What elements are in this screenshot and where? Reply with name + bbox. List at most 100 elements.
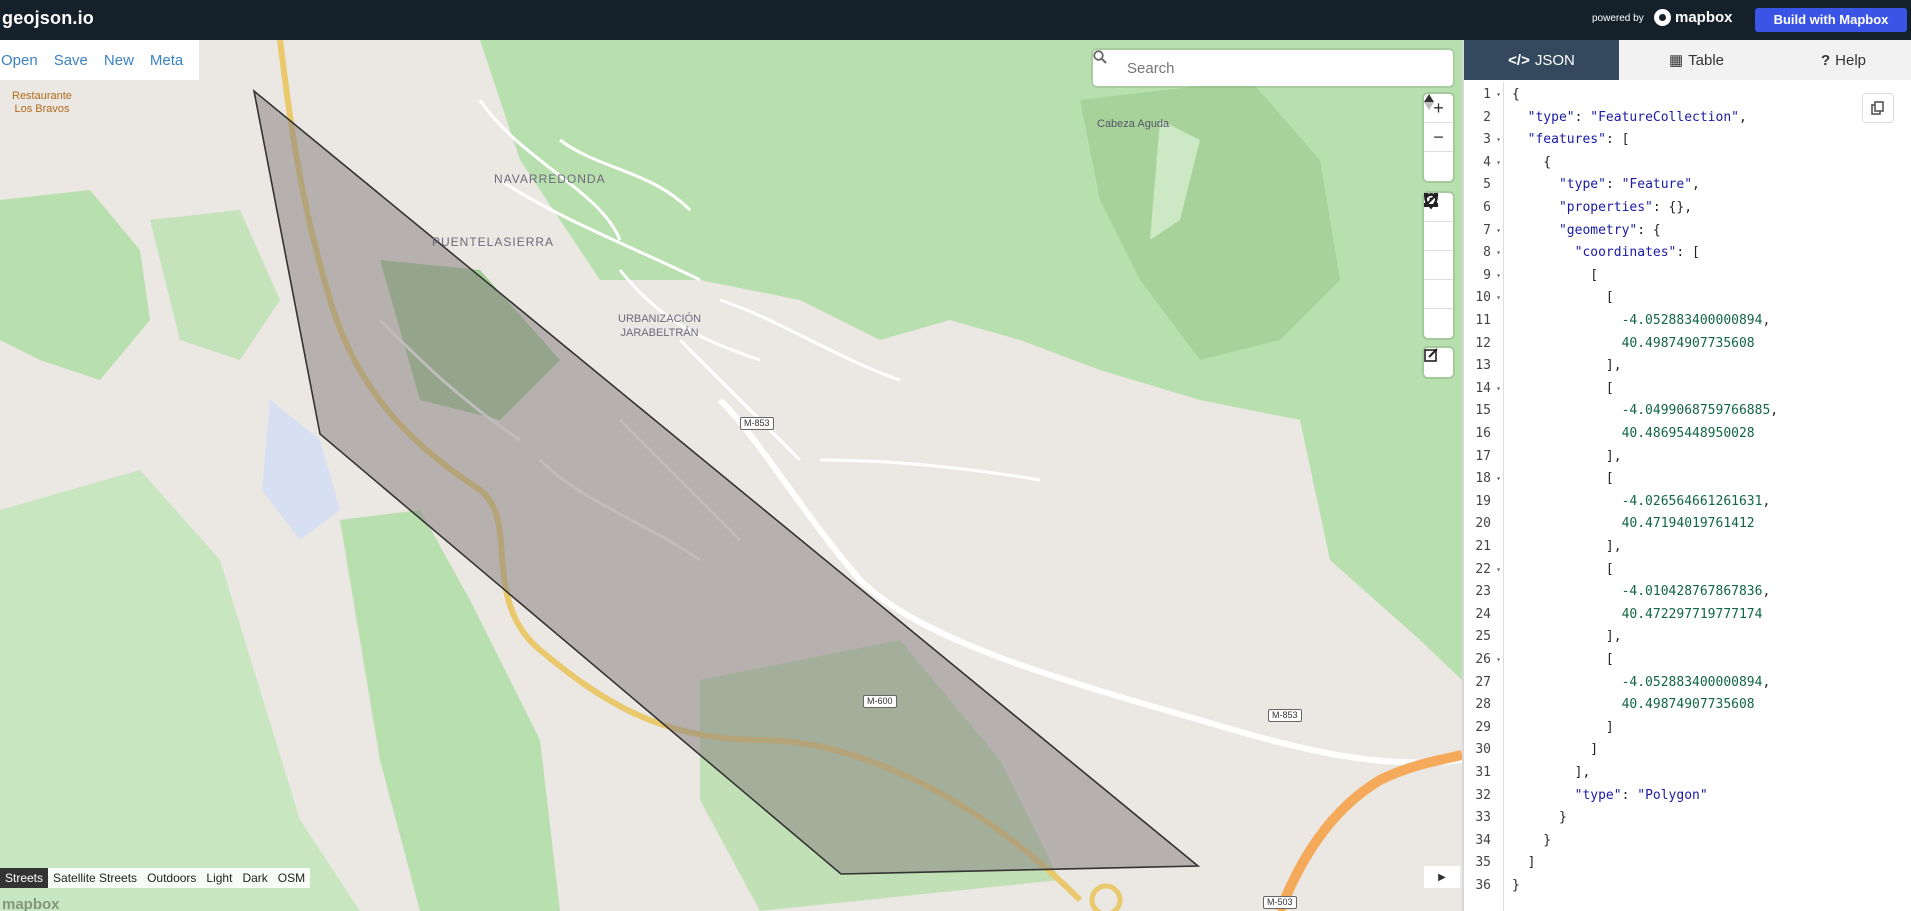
- code-line[interactable]: }: [1512, 807, 1567, 829]
- line-number: 8 ▾: [1464, 242, 1504, 264]
- place-label-line: JARABELTRÁN: [620, 327, 699, 339]
- code-line[interactable]: }: [1512, 830, 1551, 852]
- code-line[interactable]: [: [1512, 287, 1614, 309]
- line-number-text: 5: [1483, 177, 1491, 193]
- collapse-panel-button[interactable]: ▶: [1424, 866, 1460, 888]
- line-number-text: 16: [1475, 426, 1491, 441]
- code-line[interactable]: 40.49874907735608: [1512, 333, 1755, 355]
- code-line[interactable]: {: [1512, 84, 1520, 106]
- draw-line-button[interactable]: [1424, 193, 1453, 251]
- line-number: 15: [1464, 400, 1504, 422]
- code-line[interactable]: {: [1512, 152, 1551, 174]
- code-line[interactable]: [: [1512, 378, 1614, 400]
- style-option-streets[interactable]: Streets: [0, 868, 49, 888]
- code-line[interactable]: "coordinates": [: [1512, 242, 1700, 264]
- code-line[interactable]: "features": [: [1512, 129, 1630, 151]
- code-line[interactable]: ],: [1512, 446, 1622, 468]
- code-line[interactable]: [: [1512, 559, 1614, 581]
- new-button[interactable]: New: [96, 52, 142, 69]
- code-line[interactable]: "type": "FeatureCollection",: [1512, 107, 1747, 129]
- tab-json[interactable]: </> JSON: [1464, 40, 1619, 80]
- code-line[interactable]: -4.010428767867836,: [1512, 581, 1771, 603]
- fold-caret-icon[interactable]: ▾: [1496, 152, 1501, 174]
- line-number-text: 12: [1475, 335, 1491, 351]
- save-button[interactable]: Save: [46, 52, 96, 69]
- search-input[interactable]: [1127, 59, 1427, 77]
- code-line[interactable]: ],: [1512, 355, 1622, 377]
- code-line[interactable]: [: [1512, 649, 1614, 671]
- line-number-text: 33: [1475, 810, 1491, 826]
- build-with-mapbox-button[interactable]: Build with Mapbox: [1755, 8, 1907, 32]
- tab-table[interactable]: ▦ Table: [1619, 40, 1774, 80]
- code-line[interactable]: "type": "Feature",: [1512, 174, 1700, 196]
- compass-button[interactable]: [1424, 94, 1453, 181]
- code-line[interactable]: "type": "Polygon": [1512, 785, 1708, 807]
- fold-caret-icon[interactable]: ▾: [1496, 242, 1501, 264]
- code-line[interactable]: -4.052883400000894,: [1512, 672, 1771, 694]
- line-number-text: 13: [1475, 358, 1491, 374]
- code-line[interactable]: -4.052883400000894,: [1512, 310, 1771, 332]
- fold-caret-icon[interactable]: ▾: [1496, 129, 1501, 151]
- draw-rectangle-button[interactable]: [1424, 193, 1453, 309]
- open-button[interactable]: Open: [0, 52, 46, 69]
- forest-area: [150, 210, 280, 360]
- code-line[interactable]: -4.0499068759766885,: [1512, 400, 1779, 422]
- fold-caret-icon[interactable]: ▾: [1496, 468, 1501, 490]
- code-icon: </>: [1508, 51, 1530, 69]
- tab-table-label: Table: [1688, 51, 1725, 69]
- style-option-dark[interactable]: Dark: [237, 868, 272, 888]
- draw-circle-button[interactable]: [1424, 193, 1453, 338]
- fold-caret-icon[interactable]: ▾: [1496, 84, 1501, 106]
- road-shield-m600: M-600: [863, 695, 897, 708]
- code-line[interactable]: 40.47194019761412: [1512, 513, 1755, 535]
- app-logo[interactable]: geojson.io: [2, 8, 94, 29]
- code-line[interactable]: ],: [1512, 762, 1591, 784]
- code-line[interactable]: 40.472297719777174: [1512, 604, 1763, 626]
- fold-caret-icon[interactable]: ▾: [1496, 559, 1501, 581]
- code-line[interactable]: [: [1512, 265, 1598, 287]
- forest-area: [0, 470, 360, 911]
- draw-polygon-button[interactable]: [1424, 193, 1453, 280]
- line-number-text: 3: [1483, 132, 1491, 148]
- style-option-satellite-streets[interactable]: Satellite Streets: [48, 868, 142, 888]
- copy-button[interactable]: [1863, 94, 1893, 122]
- mapbox-logo[interactable]: mapbox: [1654, 9, 1733, 26]
- code-line[interactable]: -4.026564661261631,: [1512, 491, 1771, 513]
- table-icon: ▦: [1668, 52, 1684, 69]
- meta-button[interactable]: Meta: [142, 52, 191, 69]
- place-label-line: URBANIZACIÓN: [618, 313, 702, 325]
- edit-controls: [1424, 348, 1453, 377]
- fold-caret-icon[interactable]: ▾: [1496, 265, 1501, 287]
- code-line[interactable]: "properties": {},: [1512, 197, 1692, 219]
- line-number: 25: [1464, 626, 1504, 648]
- code-line[interactable]: ],: [1512, 626, 1622, 648]
- mapbox-watermark[interactable]: mapbox: [2, 896, 60, 911]
- map-style-switcher: Streets Satellite Streets Outdoors Light…: [0, 868, 311, 888]
- line-number: 9 ▾: [1464, 265, 1504, 287]
- fold-caret-icon[interactable]: ▾: [1496, 649, 1501, 671]
- map-canvas[interactable]: Restaurante Los Bravos NAVARREDONDA PUEN…: [0, 40, 1462, 911]
- code-line[interactable]: [: [1512, 468, 1614, 490]
- road-shield-m853: M-853: [1268, 709, 1302, 722]
- code-line[interactable]: ]: [1512, 717, 1614, 739]
- code-line[interactable]: ]: [1512, 852, 1536, 874]
- tab-help[interactable]: ? Help: [1774, 40, 1911, 80]
- line-number-text: 1: [1483, 87, 1491, 102]
- code-line[interactable]: 40.48695448950028: [1512, 423, 1755, 445]
- line-number-text: 9: [1483, 267, 1491, 283]
- code-line[interactable]: }: [1512, 875, 1520, 897]
- fold-caret-icon[interactable]: ▾: [1496, 378, 1501, 400]
- code-line[interactable]: ]: [1512, 739, 1598, 761]
- code-line[interactable]: ],: [1512, 536, 1622, 558]
- style-option-light[interactable]: Light: [201, 868, 237, 888]
- fold-caret-icon[interactable]: ▾: [1496, 287, 1501, 309]
- fold-caret-icon[interactable]: ▾: [1496, 220, 1501, 242]
- code-line[interactable]: 40.49874907735608: [1512, 694, 1755, 716]
- edit-features-button[interactable]: [1424, 348, 1453, 377]
- code-line[interactable]: "geometry": {: [1512, 220, 1661, 242]
- style-option-osm[interactable]: OSM: [273, 868, 310, 888]
- line-number: 2: [1464, 107, 1504, 129]
- style-option-outdoors[interactable]: Outdoors: [142, 868, 201, 888]
- json-editor[interactable]: 1 ▾ 2 3 ▾ 4 ▾ 5 6 7 ▾ 8 ▾ 9 ▾ 10 ▾ 11 12 13 14 ▾ 15 16 17 18 ▾ 19 20…: [1464, 82, 1911, 911]
- zoom-out-button[interactable]: −: [1424, 123, 1453, 152]
